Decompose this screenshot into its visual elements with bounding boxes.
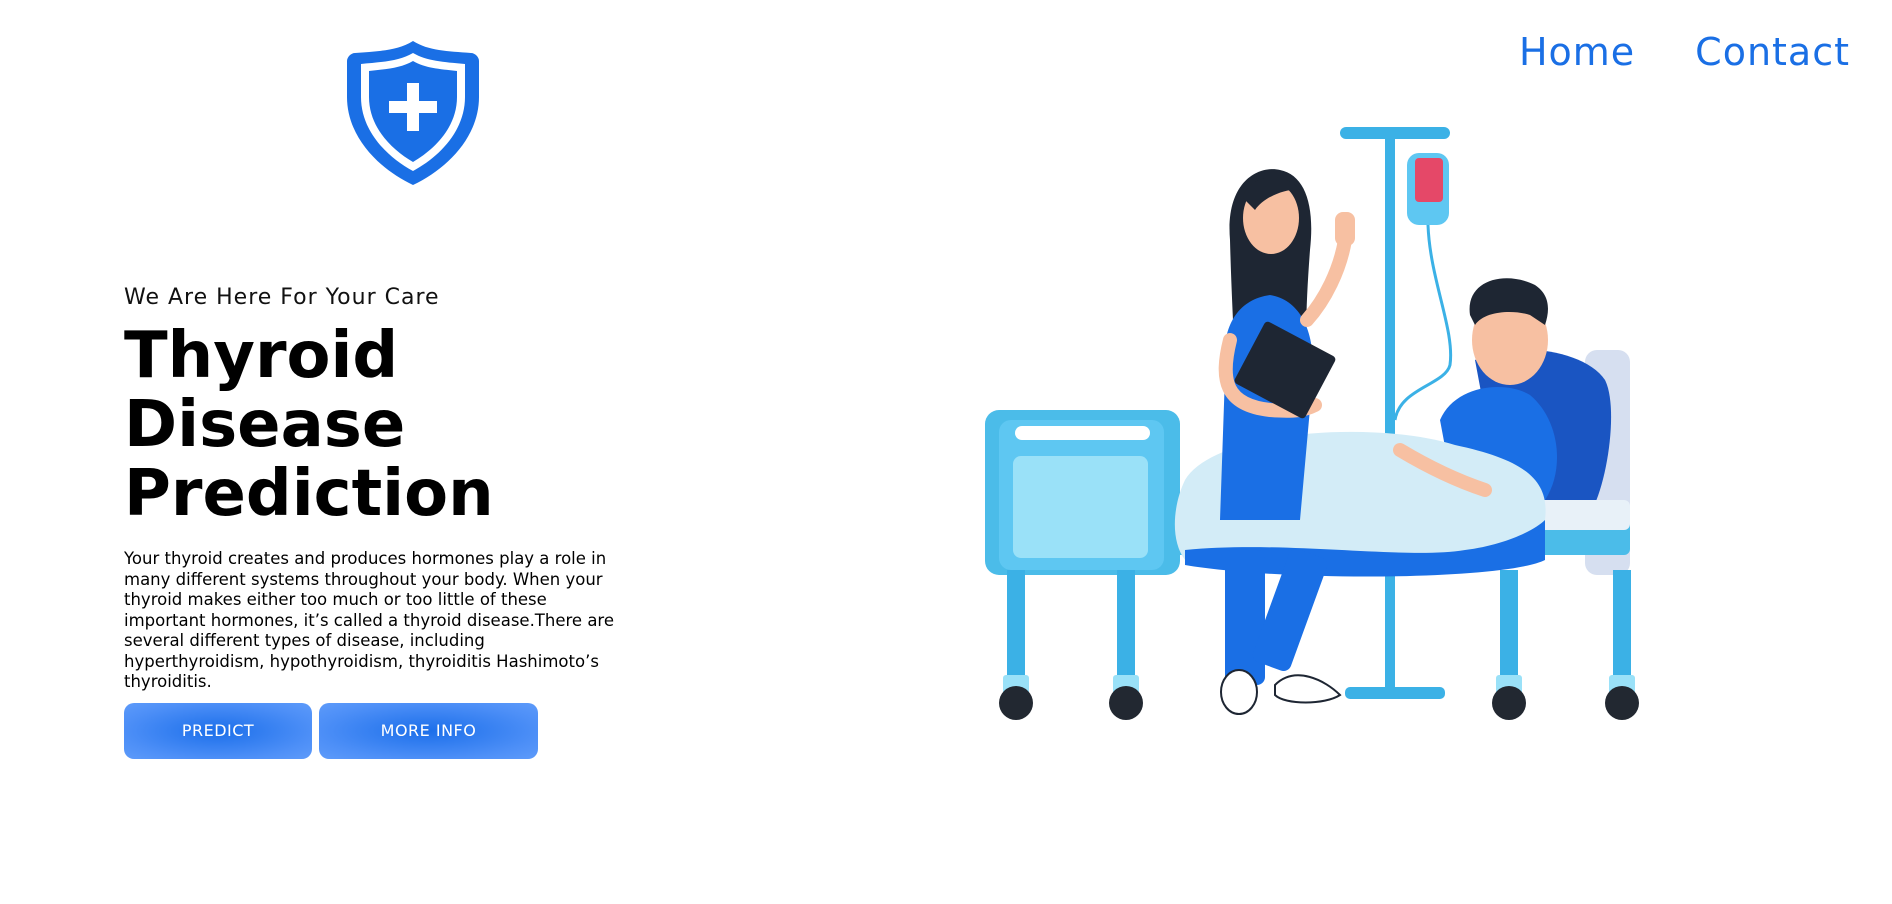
page-title-line2: Prediction [124,457,494,531]
hero-tagline: We Are Here For Your Care [124,285,440,310]
page-title-line1: Thyroid Disease [124,319,406,462]
hero-buttons: PREDICT MORE INFO [124,702,644,759]
predict-button[interactable]: PREDICT [124,702,312,759]
nav-home-link[interactable]: Home [1519,30,1635,74]
more-info-button[interactable]: MORE INFO [319,702,538,759]
hospital-bed-illustration [985,127,1639,720]
nav-contact-link[interactable]: Contact [1695,30,1850,74]
hero-description: Your thyroid creates and produces hormon… [124,549,614,691]
shield-plus-icon [347,41,479,185]
top-nav: Home Contact [1519,30,1850,74]
page-title: Thyroid Disease Prediction [124,322,644,529]
hero-section: We Are Here For Your Care Thyroid Diseas… [124,285,644,759]
